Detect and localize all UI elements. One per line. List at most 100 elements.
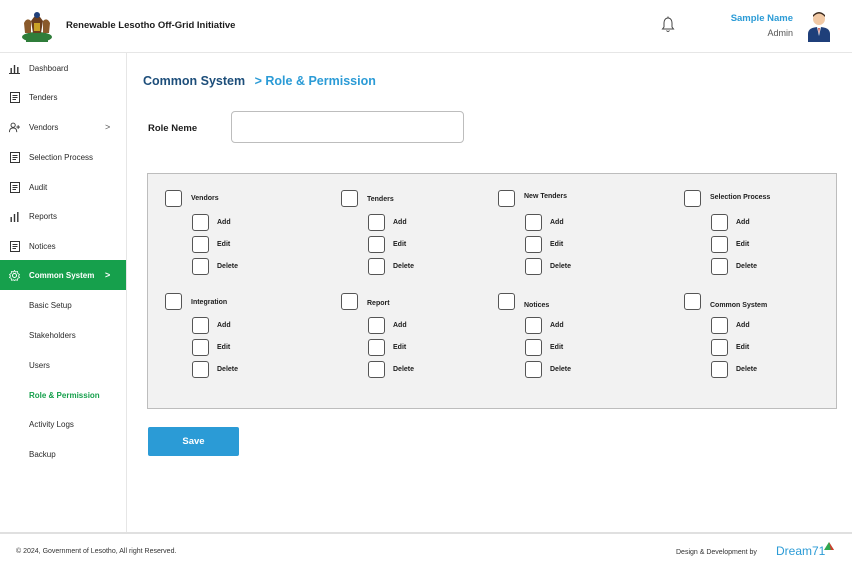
chevron-right-icon: > (105, 270, 111, 280)
permission-edit-checkbox[interactable] (192, 339, 209, 356)
permission-add-checkbox[interactable] (368, 214, 385, 231)
sidebar-item-reports[interactable]: Reports (0, 201, 126, 231)
copyright-text: © 2024, Government of Lesotho, All right… (16, 548, 177, 555)
sidebar-subitem-activity-logs[interactable]: Activity Logs (29, 420, 74, 429)
permission-group-common-system: Common System Add Edit Delete (684, 291, 852, 391)
permission-checkbox[interactable] (165, 293, 182, 310)
user-avatar[interactable] (806, 10, 832, 42)
permission-add-checkbox[interactable] (192, 317, 209, 334)
breadcrumb: Common System > Role & Permission (143, 74, 376, 88)
permission-action-label: Edit (736, 241, 750, 248)
sidebar-item-notices[interactable]: Notices (0, 231, 126, 261)
permission-group-label: New Tenders (524, 193, 568, 200)
permission-add-checkbox[interactable] (525, 214, 542, 231)
dream71-logo[interactable]: Dream71 (776, 544, 825, 558)
permission-add-checkbox[interactable] (525, 317, 542, 334)
sidebar-subitem-backup[interactable]: Backup (29, 450, 56, 459)
sidebar-subitem-basic-setup[interactable]: Basic Setup (29, 301, 72, 310)
gear-icon (9, 269, 20, 281)
permission-add-checkbox[interactable] (711, 214, 728, 231)
breadcrumb-current: Role & Permission (265, 74, 376, 88)
permission-edit-checkbox[interactable] (525, 236, 542, 253)
permission-checkbox[interactable] (498, 190, 515, 207)
permission-delete-checkbox[interactable] (192, 258, 209, 275)
permission-edit-checkbox[interactable] (368, 339, 385, 356)
chevron-right-icon: > (105, 122, 111, 132)
permission-action-label: Delete (550, 263, 572, 270)
permission-action-label: Edit (393, 344, 407, 351)
sidebar-item-dashboard[interactable]: Dashboard (0, 53, 126, 83)
permission-group-label: Common System (710, 302, 768, 309)
permission-checkbox[interactable] (684, 293, 701, 310)
bar-chart-icon (9, 63, 20, 74)
permission-edit-checkbox[interactable] (525, 339, 542, 356)
permission-add-checkbox[interactable] (192, 214, 209, 231)
sidebar-item-vendors[interactable]: Vendors > (0, 112, 126, 142)
permission-action-label: Edit (217, 241, 231, 248)
permission-group-notices: Notices Add Edit Delete (498, 291, 668, 391)
permission-checkbox[interactable] (341, 190, 358, 207)
permission-group-label: Vendors (191, 195, 219, 202)
permission-checkbox[interactable] (165, 190, 182, 207)
coat-of-arms-logo[interactable] (18, 9, 56, 44)
permission-delete-checkbox[interactable] (368, 258, 385, 275)
permission-action-label: Add (550, 219, 564, 226)
design-credit-text: Design & Development by (676, 549, 757, 556)
permission-delete-checkbox[interactable] (711, 258, 728, 275)
permission-delete-checkbox[interactable] (525, 258, 542, 275)
permission-edit-checkbox[interactable] (711, 339, 728, 356)
sidebar-item-label: Notices (29, 241, 56, 251)
permission-action-label: Add (393, 322, 407, 329)
permission-action-label: Add (736, 219, 750, 226)
permission-action-label: Add (217, 219, 231, 226)
breadcrumb-root[interactable]: Common System (143, 74, 245, 88)
role-name-label: Role Neme (148, 123, 198, 134)
permission-action-label: Add (393, 219, 407, 226)
permission-edit-checkbox[interactable] (192, 236, 209, 253)
permission-add-checkbox[interactable] (368, 317, 385, 334)
sidebar-item-audit[interactable]: Audit (0, 172, 126, 202)
document-icon (9, 181, 20, 193)
sidebar-subitem-stakeholders[interactable]: Stakeholders (29, 331, 76, 340)
permission-group-label: Integration (191, 299, 228, 306)
permission-delete-checkbox[interactable] (368, 361, 385, 378)
permission-delete-checkbox[interactable] (711, 361, 728, 378)
permission-delete-checkbox[interactable] (525, 361, 542, 378)
permission-action-label: Edit (393, 241, 407, 248)
footer: © 2024, Government of Lesotho, All right… (0, 532, 852, 566)
permission-action-label: Edit (217, 344, 231, 351)
notification-bell-icon[interactable] (661, 16, 675, 34)
permission-checkbox[interactable] (341, 293, 358, 310)
permission-checkbox[interactable] (684, 190, 701, 207)
permission-delete-checkbox[interactable] (192, 361, 209, 378)
sidebar-item-selection-process[interactable]: Selection Process (0, 142, 126, 172)
save-button[interactable]: Save (148, 427, 239, 456)
sidebar-subitem-users[interactable]: Users (29, 361, 50, 370)
role-name-input[interactable] (231, 111, 464, 143)
organization-name: Renewable Lesotho Off-Grid Initiative (66, 20, 236, 31)
permission-add-checkbox[interactable] (711, 317, 728, 334)
permission-checkbox[interactable] (498, 293, 515, 310)
sidebar-item-common-system[interactable]: Common System > (0, 260, 126, 290)
permission-action-label: Delete (393, 263, 415, 270)
permission-action-label: Delete (736, 366, 758, 373)
user-name[interactable]: Sample Name (731, 13, 793, 24)
permission-edit-checkbox[interactable] (711, 236, 728, 253)
permission-action-label: Edit (736, 344, 750, 351)
permission-action-label: Delete (217, 263, 239, 270)
permission-action-label: Edit (550, 344, 564, 351)
breadcrumb-separator: > (254, 74, 262, 88)
sidebar-item-label: Reports (29, 211, 58, 221)
permission-group-label: Notices (524, 302, 550, 309)
bar-chart-icon (9, 211, 20, 222)
permission-action-label: Add (217, 322, 231, 329)
user-role: Admin (767, 28, 793, 38)
permission-action-label: Delete (217, 366, 239, 373)
permissions-panel: Vendors Add Edit Delete Tenders Add Edit Delete… (147, 173, 837, 409)
sidebar-subitem-role-permission[interactable]: Role & Permission (29, 391, 100, 400)
user-add-icon (9, 122, 20, 133)
permission-group-selection-process: Selection Process Add Edit Delete (684, 188, 852, 288)
permission-action-label: Delete (550, 366, 572, 373)
sidebar-item-tenders[interactable]: Tenders (0, 82, 126, 112)
permission-edit-checkbox[interactable] (368, 236, 385, 253)
